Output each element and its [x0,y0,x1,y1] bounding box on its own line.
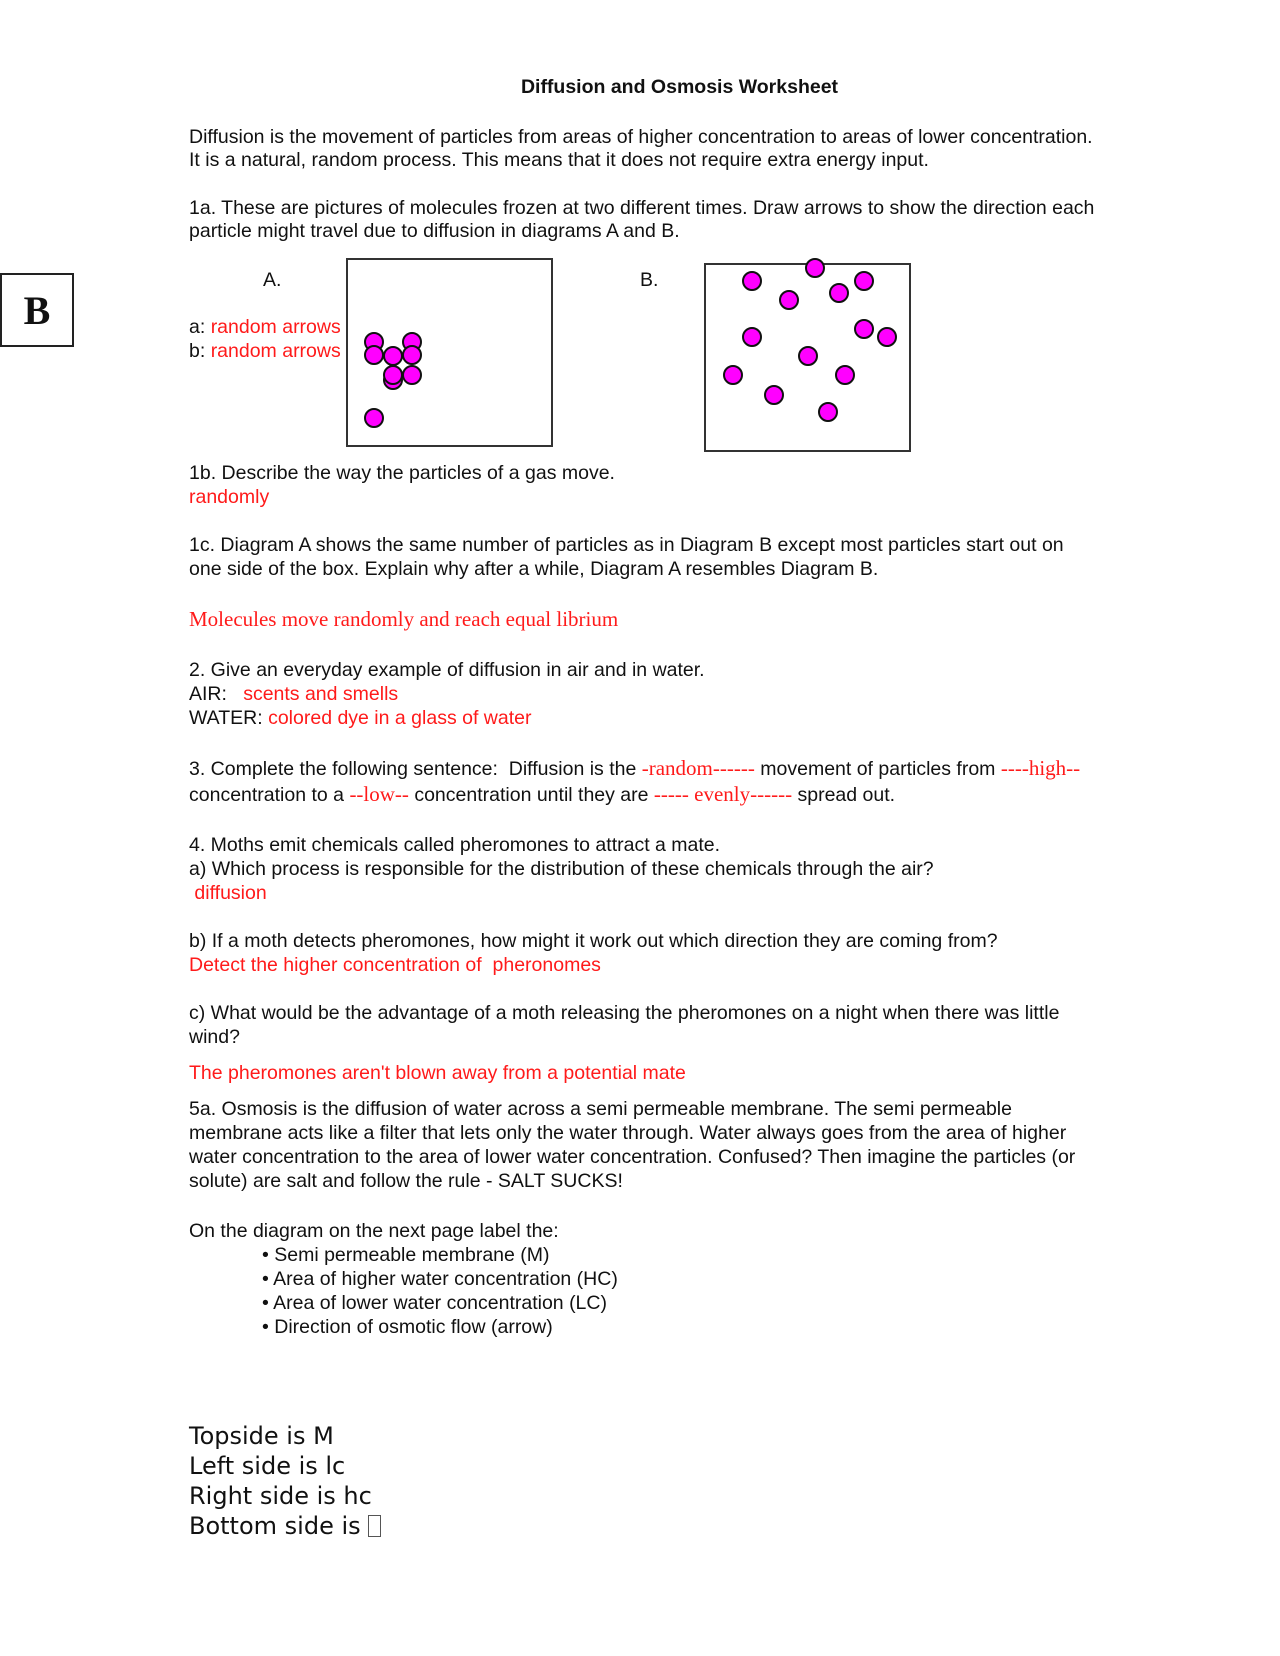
answer-a-prefix: a: [189,316,211,338]
particle [798,346,818,366]
q1c-line-1: 1c. Diagram A shows the same number of p… [189,534,1064,556]
q1c-line-2: one side of the box. Explain why after a… [189,558,879,580]
q4b-question: b) If a moth detects pheromones, how mig… [189,930,998,952]
particle [829,283,849,303]
q4-intro: 4. Moths emit chemicals called pheromone… [189,834,721,856]
q3-text-4: concentration until they are [408,784,654,806]
particle [364,408,384,428]
worksheet-title: Diffusion and Osmosis Worksheet [520,76,839,98]
answer-right-side: Right side is hc [189,1482,372,1510]
q5a-bullet-list: • Semi permeable membrane (M) • Area of … [262,1243,618,1339]
particle [383,346,403,366]
answer-a: random arrows [210,316,341,338]
q3-text-1: 3. Complete the following sentence: Diff… [189,758,642,780]
q1a-line-2: particle might travel due to diffusion i… [189,220,680,242]
air-answer: scents and smells [243,683,399,705]
q4a-question: a) Which process is responsible for the … [189,858,934,880]
q5a-label-intro: On the diagram on the next page label th… [189,1220,559,1242]
q2-question: 2. Give an everyday example of diffusion… [189,659,705,681]
q4c-line-1: c) What would be the advantage of a moth… [189,1002,1060,1024]
particle [383,365,403,385]
q3-line-2: concentration to a --low-- concentration… [189,782,895,807]
q2-air-row: AIR: scents and smells [189,682,398,706]
particle [854,319,874,339]
bullet-osmotic-flow: • Direction of osmotic flow (arrow) [262,1316,553,1338]
particle [854,271,874,291]
q3-blank-random: -random------ [641,756,755,780]
intro-line-1: Diffusion is the movement of particles f… [189,126,1093,148]
bullet-membrane: • Semi permeable membrane (M) [262,1244,550,1266]
q3-blank-low: --low-- [349,782,409,806]
particle [723,365,743,385]
q5a-line-4: solute) are salt and follow the rule - S… [189,1170,623,1192]
particle [764,385,784,405]
q1c-answer: Molecules move randomly and reach equal … [189,607,619,631]
q4c-answer: The pheromones aren't blown away from a … [189,1062,686,1084]
answer-bottom-side: Bottom side is [189,1511,382,1541]
q1b-question: 1b. Describe the way the particles of a … [189,462,615,484]
diagram-a-label: A. [263,269,282,291]
version-badge: B [0,273,74,347]
q4a-answer: diffusion [189,882,267,904]
missing-glyph-icon [368,1515,382,1537]
answer-b-prefix: b: [189,340,211,362]
diagram-b-label: B. [640,269,659,291]
water-answer: colored dye in a glass of water [268,707,532,729]
particle [805,258,825,278]
particle [402,345,422,365]
particle [818,402,838,422]
bullet-higher-concentration: • Area of higher water concentration (HC… [262,1268,618,1290]
q2-water-row: WATER: colored dye in a glass of water [189,706,531,730]
particle [742,327,762,347]
q3-blank-high: ----high-- [1000,756,1081,780]
air-label: AIR: [189,683,244,705]
particle [402,365,422,385]
answer-a-row: a: random arrows [189,315,341,339]
answer-left-side: Left side is lc [189,1452,346,1480]
q5a-line-2: membrane acts like a filter that lets on… [189,1122,1067,1144]
diagram-label-answers: Topside is M Left side is lc Right side … [189,1421,382,1541]
intro-line-2: It is a natural, random process. This me… [189,149,929,171]
q3-line-1: 3. Complete the following sentence: Diff… [189,756,1080,781]
particle [742,271,762,291]
particle [835,365,855,385]
answer-bottom-side-text: Bottom side is [189,1512,369,1540]
particle [364,345,384,365]
q1b-answer: randomly [189,486,270,508]
water-label: WATER: [189,707,269,729]
q4b-answer: Detect the higher concentration of phero… [189,954,601,976]
q1a-line-1: 1a. These are pictures of molecules froz… [189,197,1095,219]
answer-b: random arrows [210,340,341,362]
q3-text-3: concentration to a [189,784,350,806]
q4c-line-2: wind? [189,1026,240,1048]
q5a-line-1: 5a. Osmosis is the diffusion of water ac… [189,1098,1012,1120]
answer-topside: Topside is M [189,1422,334,1450]
bullet-lower-concentration: • Area of lower water concentration (LC) [262,1292,607,1314]
particle [877,327,897,347]
particle [779,290,799,310]
q3-text-5: spread out. [792,784,896,806]
q3-text-2: movement of particles from [754,758,1001,780]
answer-b-row: b: random arrows [189,339,341,363]
q3-blank-evenly: ----- evenly------ [653,782,793,806]
q5a-line-3: water concentration to the area of lower… [189,1146,1076,1168]
